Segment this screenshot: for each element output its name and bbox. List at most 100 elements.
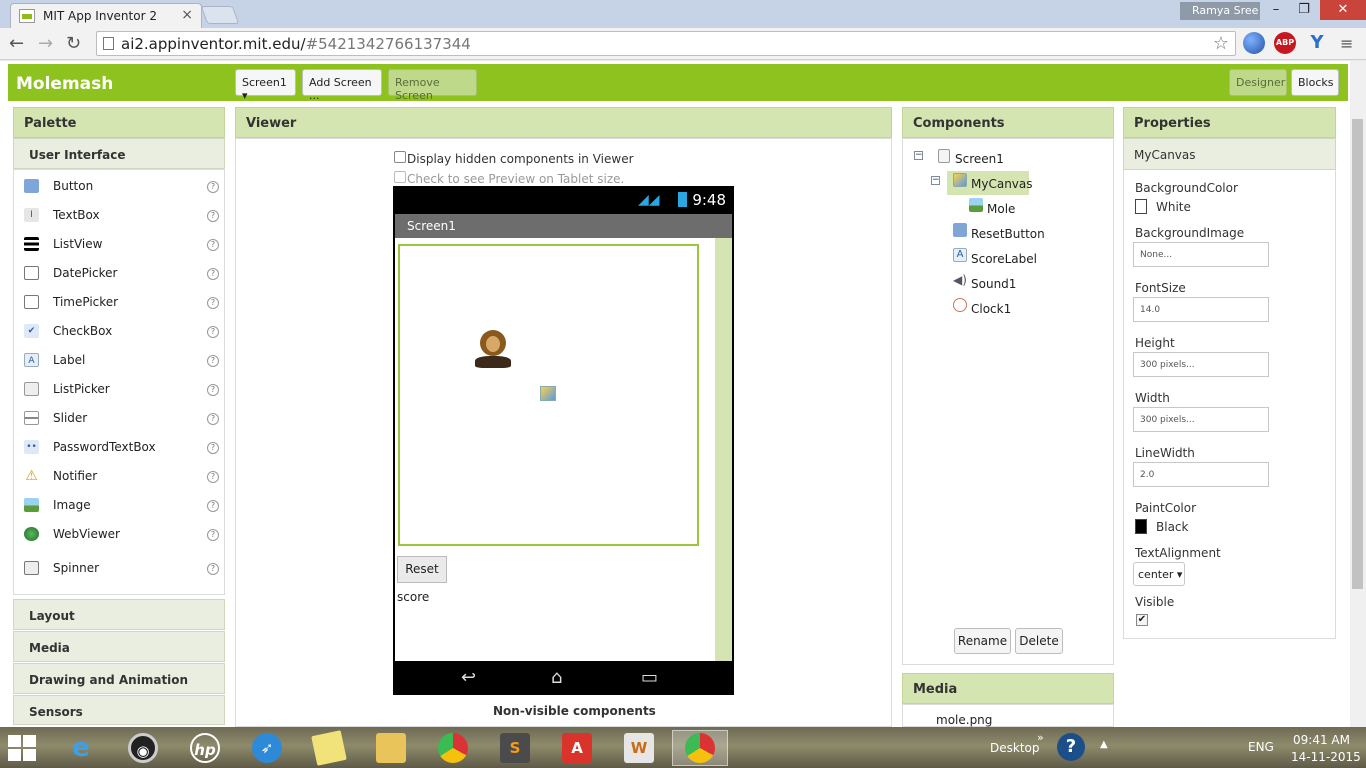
close-tab-icon[interactable]: × <box>181 7 193 23</box>
y-extension-icon[interactable]: Y <box>1306 32 1328 54</box>
nav-home-icon[interactable]: ⌂ <box>551 667 562 688</box>
palette-category-drawing-and-animation[interactable]: Drawing and Animation <box>13 663 225 694</box>
palette-item-webviewer[interactable]: WebViewer ? <box>14 521 224 550</box>
palette-item-listpicker[interactable]: ListPicker ? <box>14 376 224 405</box>
taskbar-internet-explorer[interactable]: e <box>55 730 107 766</box>
tree-item-scorelabel[interactable]: ScoreLabel <box>971 252 1037 266</box>
tablet-preview-checkbox[interactable] <box>394 171 406 183</box>
desktop-toolbar-label[interactable]: Desktop <box>990 741 1040 755</box>
globe-extension-icon[interactable] <box>1243 32 1265 54</box>
linewidth-field[interactable]: 2.0 <box>1133 462 1269 487</box>
height-field[interactable]: 300 pixels... <box>1133 352 1269 377</box>
tree-item-clock1[interactable]: Clock1 <box>971 302 1011 316</box>
forward-icon[interactable]: → <box>38 33 53 54</box>
nav-recent-icon[interactable]: ▭ <box>641 667 658 688</box>
blocks-button[interactable]: Blocks <box>1291 69 1339 96</box>
mole-sprite[interactable] <box>475 328 513 372</box>
chrome-menu-icon[interactable]: ≡ <box>1340 34 1353 53</box>
palette-item-spinner[interactable]: Spinner ? <box>14 555 224 584</box>
input-language[interactable]: ENG <box>1248 740 1274 754</box>
tree-item-sound1[interactable]: Sound1 <box>971 277 1016 291</box>
textalignment-select[interactable]: center ▾ <box>1133 562 1185 586</box>
palette-item-textbox[interactable]: I TextBox ? <box>14 202 224 231</box>
help-icon[interactable]: ? <box>207 500 219 512</box>
palette-item-listview[interactable]: ListView ? <box>14 231 224 260</box>
backgroundcolor-value[interactable]: White <box>1156 200 1191 214</box>
taskbar-chrome[interactable] <box>427 730 479 766</box>
taskbar-acrobat[interactable]: A <box>551 730 603 766</box>
help-icon[interactable]: ? <box>207 413 219 425</box>
media-file-mole[interactable]: mole.png <box>936 713 992 727</box>
back-icon[interactable]: ← <box>9 33 24 54</box>
palette-item-datepicker[interactable]: DatePicker ? <box>14 260 224 289</box>
tree-item-mycanvas[interactable]: MyCanvas <box>971 177 1033 191</box>
taskbar-hp[interactable]: hp <box>179 730 231 766</box>
taskbar-sublime[interactable]: S <box>489 730 541 766</box>
maximize-button[interactable]: ❐ <box>1290 0 1318 20</box>
browser-tab[interactable]: MIT App Inventor 2 × <box>10 3 202 28</box>
screen-title-bar[interactable]: Screen1 <box>395 214 732 238</box>
mycanvas[interactable] <box>398 244 699 546</box>
score-label[interactable]: score <box>397 590 429 604</box>
help-icon[interactable]: ? <box>207 355 219 367</box>
help-icon[interactable]: ? <box>207 529 219 541</box>
toolbar-chevron-icon[interactable]: » <box>1037 731 1044 744</box>
palette-category-layout[interactable]: Layout <box>13 599 225 630</box>
width-field[interactable]: 300 pixels... <box>1133 407 1269 432</box>
delete-button[interactable]: Delete <box>1015 628 1063 654</box>
help-icon[interactable]: ? <box>207 471 219 483</box>
window-close-button[interactable]: ✕ <box>1320 0 1366 20</box>
fontsize-field[interactable]: 14.0 <box>1133 297 1269 322</box>
adblock-plus-icon[interactable]: ABP <box>1274 32 1296 54</box>
paintcolor-value[interactable]: Black <box>1156 520 1188 534</box>
palette-item-timepicker[interactable]: TimePicker ? <box>14 289 224 318</box>
help-question-icon[interactable]: ? <box>1057 733 1085 761</box>
palette-item-slider[interactable]: Slider ? <box>14 405 224 434</box>
taskbar-sticky-notes[interactable] <box>303 730 355 766</box>
display-hidden-checkbox[interactable] <box>394 151 406 163</box>
minimize-button[interactable]: – <box>1262 0 1290 20</box>
tree-item-resetbutton[interactable]: ResetButton <box>971 227 1045 241</box>
visible-checkbox[interactable]: ✔ <box>1136 614 1148 626</box>
backgroundcolor-swatch[interactable] <box>1135 199 1147 214</box>
help-icon[interactable]: ? <box>207 442 219 454</box>
taskbar-chrome-active[interactable] <box>672 730 728 766</box>
new-tab-button[interactable] <box>200 6 240 24</box>
taskbar-word[interactable]: W <box>613 730 665 766</box>
taskbar-media-player[interactable]: ◉ <box>117 730 169 766</box>
paintcolor-swatch[interactable] <box>1135 519 1147 534</box>
remove-screen-button[interactable]: Remove Screen <box>388 69 477 102</box>
clock-date[interactable]: 14-11-2015 <box>1291 750 1361 764</box>
help-icon[interactable]: ? <box>207 268 219 280</box>
help-icon[interactable]: ? <box>207 563 219 575</box>
add-screen-button[interactable]: Add Screen ... <box>302 69 382 102</box>
palette-item-passwordtextbox[interactable]: •• PasswordTextBox ? <box>14 434 224 463</box>
help-icon[interactable]: ? <box>207 210 219 222</box>
help-icon[interactable]: ? <box>207 239 219 251</box>
collapse-screen1-toggle[interactable]: − <box>914 151 923 160</box>
collapse-mycanvas-toggle[interactable]: − <box>931 176 940 185</box>
help-icon[interactable]: ? <box>207 297 219 309</box>
reset-button[interactable]: Reset <box>397 556 447 583</box>
palette-category-user-interface[interactable]: User Interface <box>13 138 225 169</box>
palette-category-sensors[interactable]: Sensors <box>13 695 225 725</box>
profile-user-badge[interactable]: Ramya Sree <box>1180 2 1260 20</box>
backgroundimage-field[interactable]: None... <box>1133 242 1269 267</box>
tree-item-screen1[interactable]: Screen1 <box>955 152 1004 166</box>
bookmark-star-icon[interactable]: ☆ <box>1213 33 1229 54</box>
page-scrollbar-thumb[interactable] <box>1352 119 1363 589</box>
start-button[interactable] <box>8 735 38 761</box>
nav-back-icon[interactable]: ↩ <box>461 667 476 688</box>
rename-button[interactable]: Rename <box>954 628 1011 654</box>
taskbar-file-explorer[interactable] <box>365 730 417 766</box>
help-icon[interactable]: ? <box>207 181 219 193</box>
designer-button[interactable]: Designer <box>1229 69 1287 96</box>
help-icon[interactable]: ? <box>207 384 219 396</box>
clock-time[interactable]: 09:41 AM <box>1293 733 1350 747</box>
help-icon[interactable]: ? <box>207 326 219 338</box>
tray-expand-icon[interactable]: ▲ <box>1100 739 1108 750</box>
taskbar-rocket[interactable]: ➶ <box>241 730 293 766</box>
palette-item-notifier[interactable]: ⚠ Notifier ? <box>14 463 224 492</box>
reload-icon[interactable]: ↻ <box>66 33 81 54</box>
palette-item-label[interactable]: A Label ? <box>14 347 224 376</box>
